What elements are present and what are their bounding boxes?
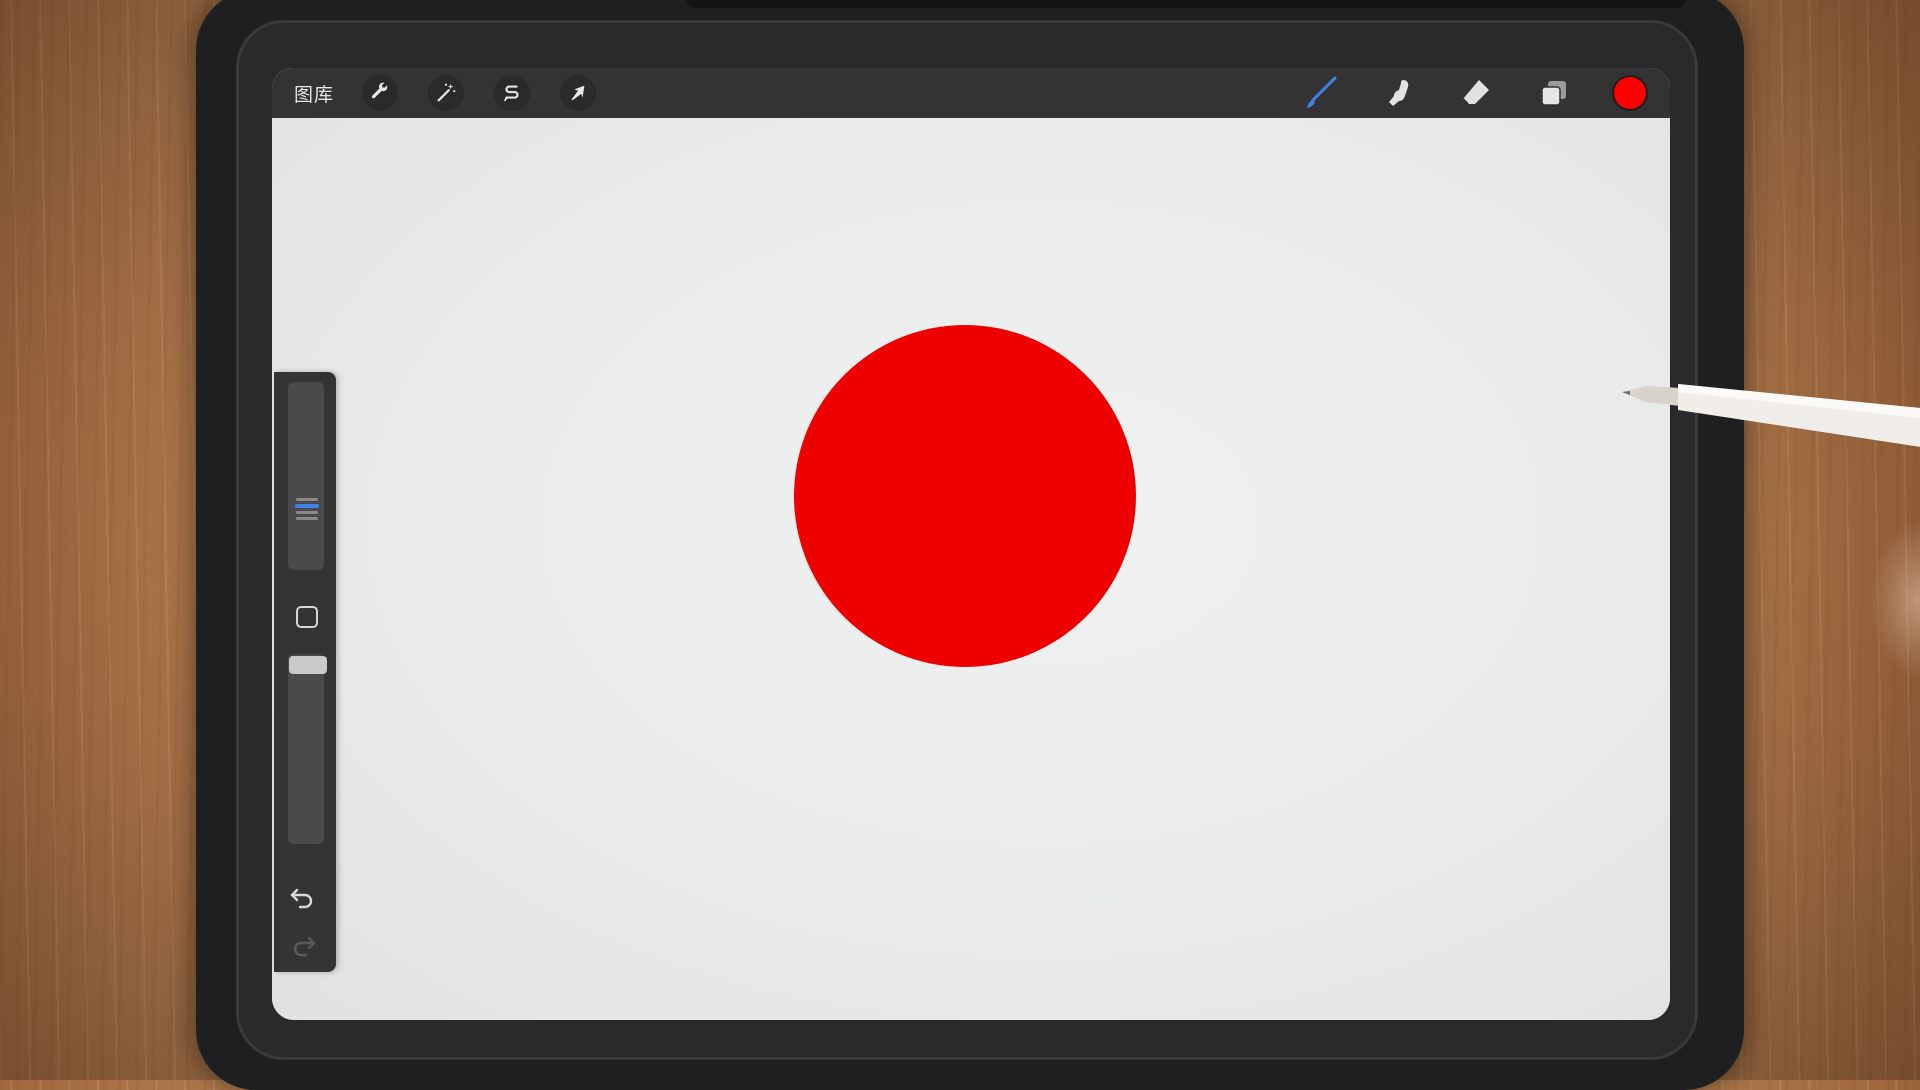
magic-wand-icon [437,83,456,102]
toolbar-left-group: 图库 [294,75,626,111]
brush-size-slider[interactable] [288,382,324,570]
eraser-tool-button[interactable] [1456,73,1496,113]
toolbar-right-group [1262,68,1646,118]
red-circle-shape [794,325,1136,667]
adjustments-button[interactable] [428,75,465,111]
opacity-slider-handle[interactable] [289,656,327,674]
paintbrush-icon [1307,76,1337,108]
selection-button[interactable] [494,75,531,111]
gallery-button[interactable]: 图库 [294,80,334,107]
redo-arrow-icon [293,936,316,957]
drawing-canvas[interactable] [272,118,1670,1020]
size-lines-icon[interactable] [294,498,320,520]
apple-pencil [1622,384,1920,447]
modify-square-button[interactable] [296,606,318,628]
brush-opacity-slider[interactable] [288,654,327,844]
brush-tool-button[interactable] [1300,73,1340,113]
selection-s-icon [504,85,519,102]
top-toolbar: 图库 [272,68,1670,118]
layers-button[interactable] [1534,73,1574,113]
undo-arrow-icon [290,888,313,909]
canvas-artwork [794,325,1136,667]
redo-button[interactable] [288,930,318,964]
undo-button[interactable] [288,882,318,916]
smudge-finger-icon [1389,80,1409,106]
actions-button[interactable] [362,75,399,111]
tablet-screen: 图库 [272,68,1670,1020]
layers-icon [1541,81,1566,106]
hand-blur [1870,520,1920,680]
eraser-icon [1462,80,1489,105]
wrench-icon [371,82,388,99]
transform-button[interactable] [560,75,597,111]
left-sidebar [274,372,336,972]
case-hinge [686,0,1686,8]
arrow-cursor-icon [571,85,585,101]
color-picker-button[interactable] [1614,77,1646,109]
smudge-tool-button[interactable] [1378,73,1418,113]
